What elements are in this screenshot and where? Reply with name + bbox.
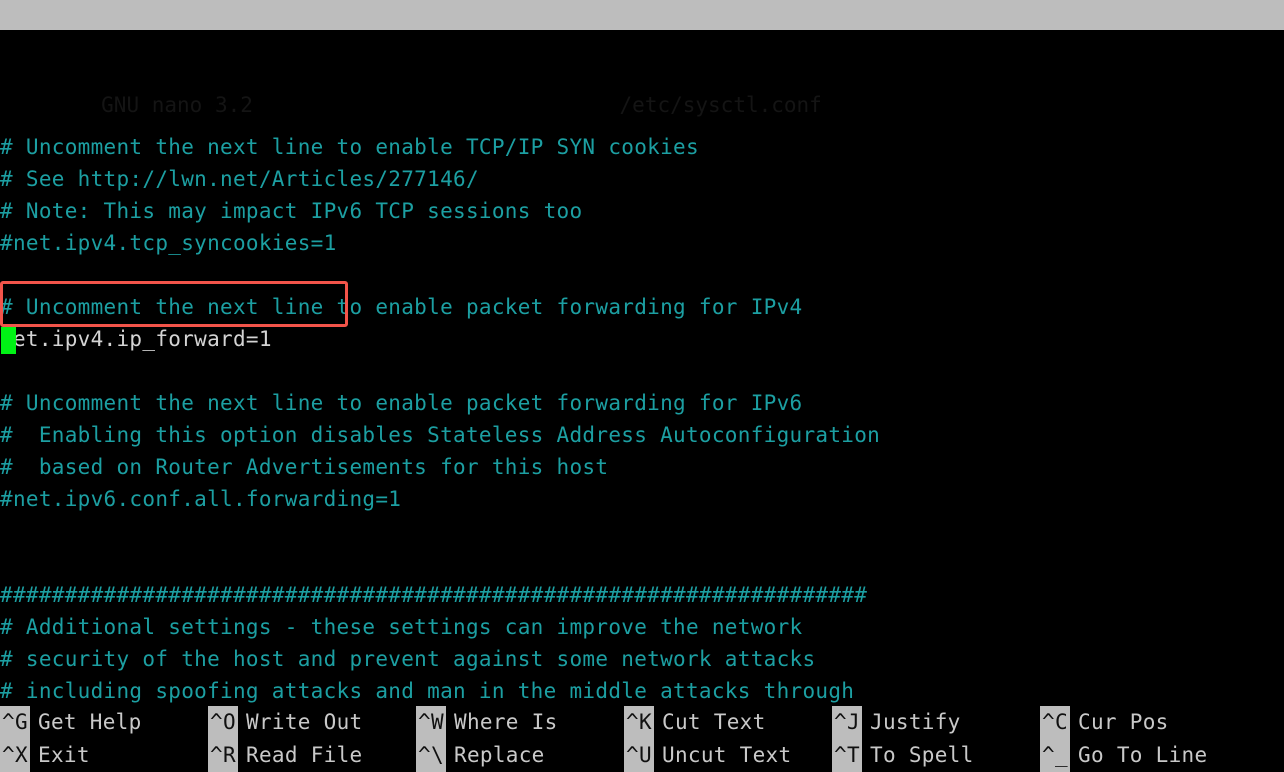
shortcut-label: Uncut Text [662, 743, 792, 767]
shortcut-item[interactable]: ^K Cut Text [624, 706, 791, 739]
shortcut-label: Replace [454, 743, 545, 767]
shortcut-help-bar: ^G Get Help ^X Exit ^O Write Out ^R Read File ^W… [0, 706, 1284, 772]
shortcut-key-badge: ^_ [1040, 739, 1070, 772]
editor-line: # Uncomment the next line to enable pack… [0, 295, 803, 319]
shortcut-label: Exit [38, 743, 90, 767]
help-column: ^G Get Help ^X Exit [0, 706, 142, 772]
shortcut-label: Read File [246, 743, 363, 767]
shortcut-label: Get Help [38, 710, 142, 734]
help-column: ^J Justify ^T To Spell [832, 706, 974, 772]
editor-line: #net.ipv4.tcp_syncookies=1 [0, 231, 337, 255]
shortcut-label: Write Out [246, 710, 363, 734]
shortcut-key-badge: ^G [0, 706, 30, 739]
help-column: ^W Where Is ^\ Replace [416, 706, 558, 772]
shortcut-key-badge: ^R [208, 739, 238, 772]
shortcut-item[interactable]: ^W Where Is [416, 706, 558, 739]
editor-text-area[interactable]: # Uncomment the next line to enable TCP/… [0, 36, 1284, 703]
shortcut-item[interactable]: ^J Justify [832, 706, 974, 739]
shortcut-key-badge: ^X [0, 739, 30, 772]
shortcut-key-badge: ^C [1040, 706, 1070, 739]
shortcut-item[interactable]: ^R Read File [208, 739, 363, 772]
shortcut-key-badge: ^\ [416, 739, 446, 772]
shortcut-label: Where Is [454, 710, 558, 734]
shortcut-key-badge: ^U [624, 739, 654, 772]
editor-line: # See http://lwn.net/Articles/277146/ [0, 167, 479, 191]
shortcut-label: Justify [870, 710, 961, 734]
shortcut-item[interactable]: ^C Cur Pos [1040, 706, 1207, 739]
shortcut-key-badge: ^J [832, 706, 862, 739]
editor-line-active: net.ipv4.ip_forward=1 [0, 327, 272, 351]
shortcut-key-badge: ^O [208, 706, 238, 739]
shortcut-label: Cur Pos [1078, 710, 1169, 734]
shortcut-key-badge: ^T [832, 739, 862, 772]
editor-line: # Additional settings - these settings c… [0, 615, 803, 639]
help-column: ^K Cut Text ^U Uncut Text [624, 706, 791, 772]
editor-line: #net.ipv6.conf.all.forwarding=1 [0, 487, 402, 511]
editor-line: # Uncomment the next line to enable TCP/… [0, 135, 699, 159]
text-cursor [1, 327, 16, 354]
titlebar: GNU nano 3.2 /etc/sysctl.conf [0, 0, 1284, 117]
shortcut-item[interactable]: ^\ Replace [416, 739, 558, 772]
editor-line: # Uncomment the next line to enable pack… [0, 391, 803, 415]
shortcut-label: Cut Text [662, 710, 766, 734]
help-column: ^O Write Out ^R Read File [208, 706, 363, 772]
shortcut-item[interactable]: ^G Get Help [0, 706, 142, 739]
shortcut-item[interactable]: ^_ Go To Line [1040, 739, 1207, 772]
shortcut-key-badge: ^W [416, 706, 446, 739]
editor-line: # based on Router Advertisements for thi… [0, 455, 609, 479]
help-column: ^C Cur Pos ^_ Go To Line [1040, 706, 1207, 772]
shortcut-item[interactable]: ^O Write Out [208, 706, 363, 739]
editor-line: # security of the host and prevent again… [0, 647, 816, 671]
nano-terminal-window: GNU nano 3.2 /etc/sysctl.conf # Uncommen… [0, 0, 1284, 772]
shortcut-item[interactable]: ^U Uncut Text [624, 739, 791, 772]
editor-line: ########################################… [0, 583, 868, 607]
shortcut-key-badge: ^K [624, 706, 654, 739]
editor-line: # including spoofing attacks and man in … [0, 679, 855, 703]
shortcut-label: To Spell [870, 743, 974, 767]
editor-line: # Enabling this option disables Stateles… [0, 423, 881, 447]
shortcut-item[interactable]: ^X Exit [0, 739, 142, 772]
shortcut-label: Go To Line [1078, 743, 1208, 767]
shortcut-item[interactable]: ^T To Spell [832, 739, 974, 772]
editor-line: # Note: This may impact IPv6 TCP session… [0, 199, 583, 223]
